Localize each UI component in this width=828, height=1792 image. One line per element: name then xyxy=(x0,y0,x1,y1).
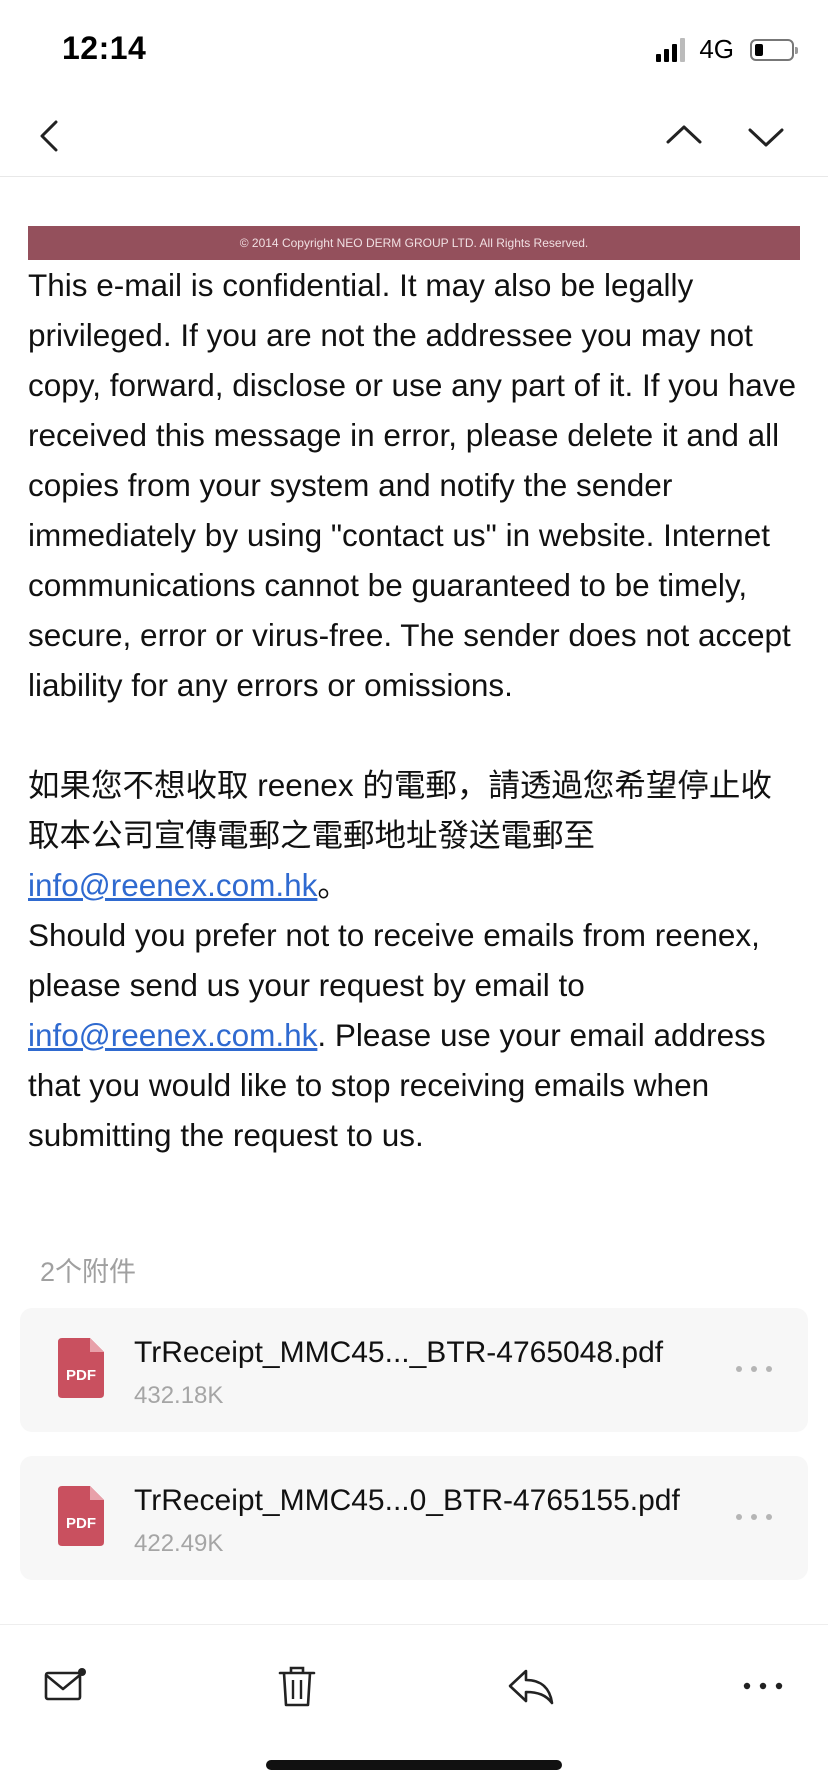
chevron-down-icon xyxy=(748,128,784,147)
more-icon xyxy=(743,1682,783,1690)
status-time: 12:14 xyxy=(62,30,147,66)
more-options-icon[interactable] xyxy=(734,1502,774,1532)
back-button[interactable] xyxy=(24,110,76,162)
unsubscribe-english: Should you prefer not to receive emails … xyxy=(28,910,800,1160)
unsubscribe-english-text: Should you prefer not to receive emails … xyxy=(28,917,760,1003)
more-options-icon[interactable] xyxy=(734,1354,774,1384)
navigation-bar xyxy=(0,96,828,177)
attachment-item[interactable]: PDF TrReceipt_MMC45..._BTR-4765048.pdf 4… xyxy=(20,1308,808,1432)
status-bar: 12:14 4G xyxy=(0,0,828,96)
mark-unread-button[interactable] xyxy=(40,1661,90,1711)
next-email-button[interactable] xyxy=(740,110,792,162)
unsubscribe-chinese-text: 如果您不想收取 reenex 的電郵，請透過您希望停止收取本公司宣傳電郵之電郵地… xyxy=(28,767,772,853)
previous-email-button[interactable] xyxy=(658,110,710,162)
network-type: 4G xyxy=(699,34,734,64)
email-link[interactable]: info@reenex.com.hk xyxy=(28,867,317,903)
reply-button[interactable] xyxy=(506,1661,556,1711)
pdf-file-icon: PDF xyxy=(58,1338,104,1398)
email-link[interactable]: info@reenex.com.hk xyxy=(28,1017,317,1053)
mark-unread-icon xyxy=(44,1668,86,1701)
pdf-icon-label: PDF xyxy=(66,1515,96,1532)
bottom-toolbar xyxy=(0,1624,828,1735)
reply-icon xyxy=(508,1669,554,1705)
attachments-count-label: 2个附件 xyxy=(40,1257,137,1287)
copyright-banner: © 2014 Copyright NEO DERM GROUP LTD. All… xyxy=(28,226,800,260)
attachment-size: 432.18K xyxy=(134,1382,224,1409)
trash-icon xyxy=(278,1666,316,1707)
attachment-name: TrReceipt_MMC45...0_BTR-4765155.pdf xyxy=(134,1484,680,1517)
email-body: © 2014 Copyright NEO DERM GROUP LTD. All… xyxy=(28,226,800,1160)
more-actions-button[interactable] xyxy=(738,1661,788,1711)
home-indicator xyxy=(266,1760,562,1770)
attachment-item[interactable]: PDF TrReceipt_MMC45...0_BTR-4765155.pdf … xyxy=(20,1456,808,1580)
delete-button[interactable] xyxy=(272,1661,322,1711)
chevron-up-icon xyxy=(666,125,702,144)
chevron-left-icon xyxy=(40,120,58,152)
confidentiality-disclaimer: This e-mail is confidential. It may also… xyxy=(28,267,797,703)
attachment-size: 422.49K xyxy=(134,1530,224,1557)
pdf-icon-label: PDF xyxy=(66,1367,96,1384)
cellular-signal-icon xyxy=(656,37,686,62)
pdf-file-icon: PDF xyxy=(58,1486,104,1546)
unsubscribe-chinese: 如果您不想收取 reenex 的電郵，請透過您希望停止收取本公司宣傳電郵之電郵地… xyxy=(28,760,800,910)
attachment-name: TrReceipt_MMC45..._BTR-4765048.pdf xyxy=(134,1336,664,1369)
battery-icon xyxy=(750,38,798,61)
chinese-period: 。 xyxy=(317,867,349,903)
status-indicators: 4G xyxy=(656,34,798,65)
